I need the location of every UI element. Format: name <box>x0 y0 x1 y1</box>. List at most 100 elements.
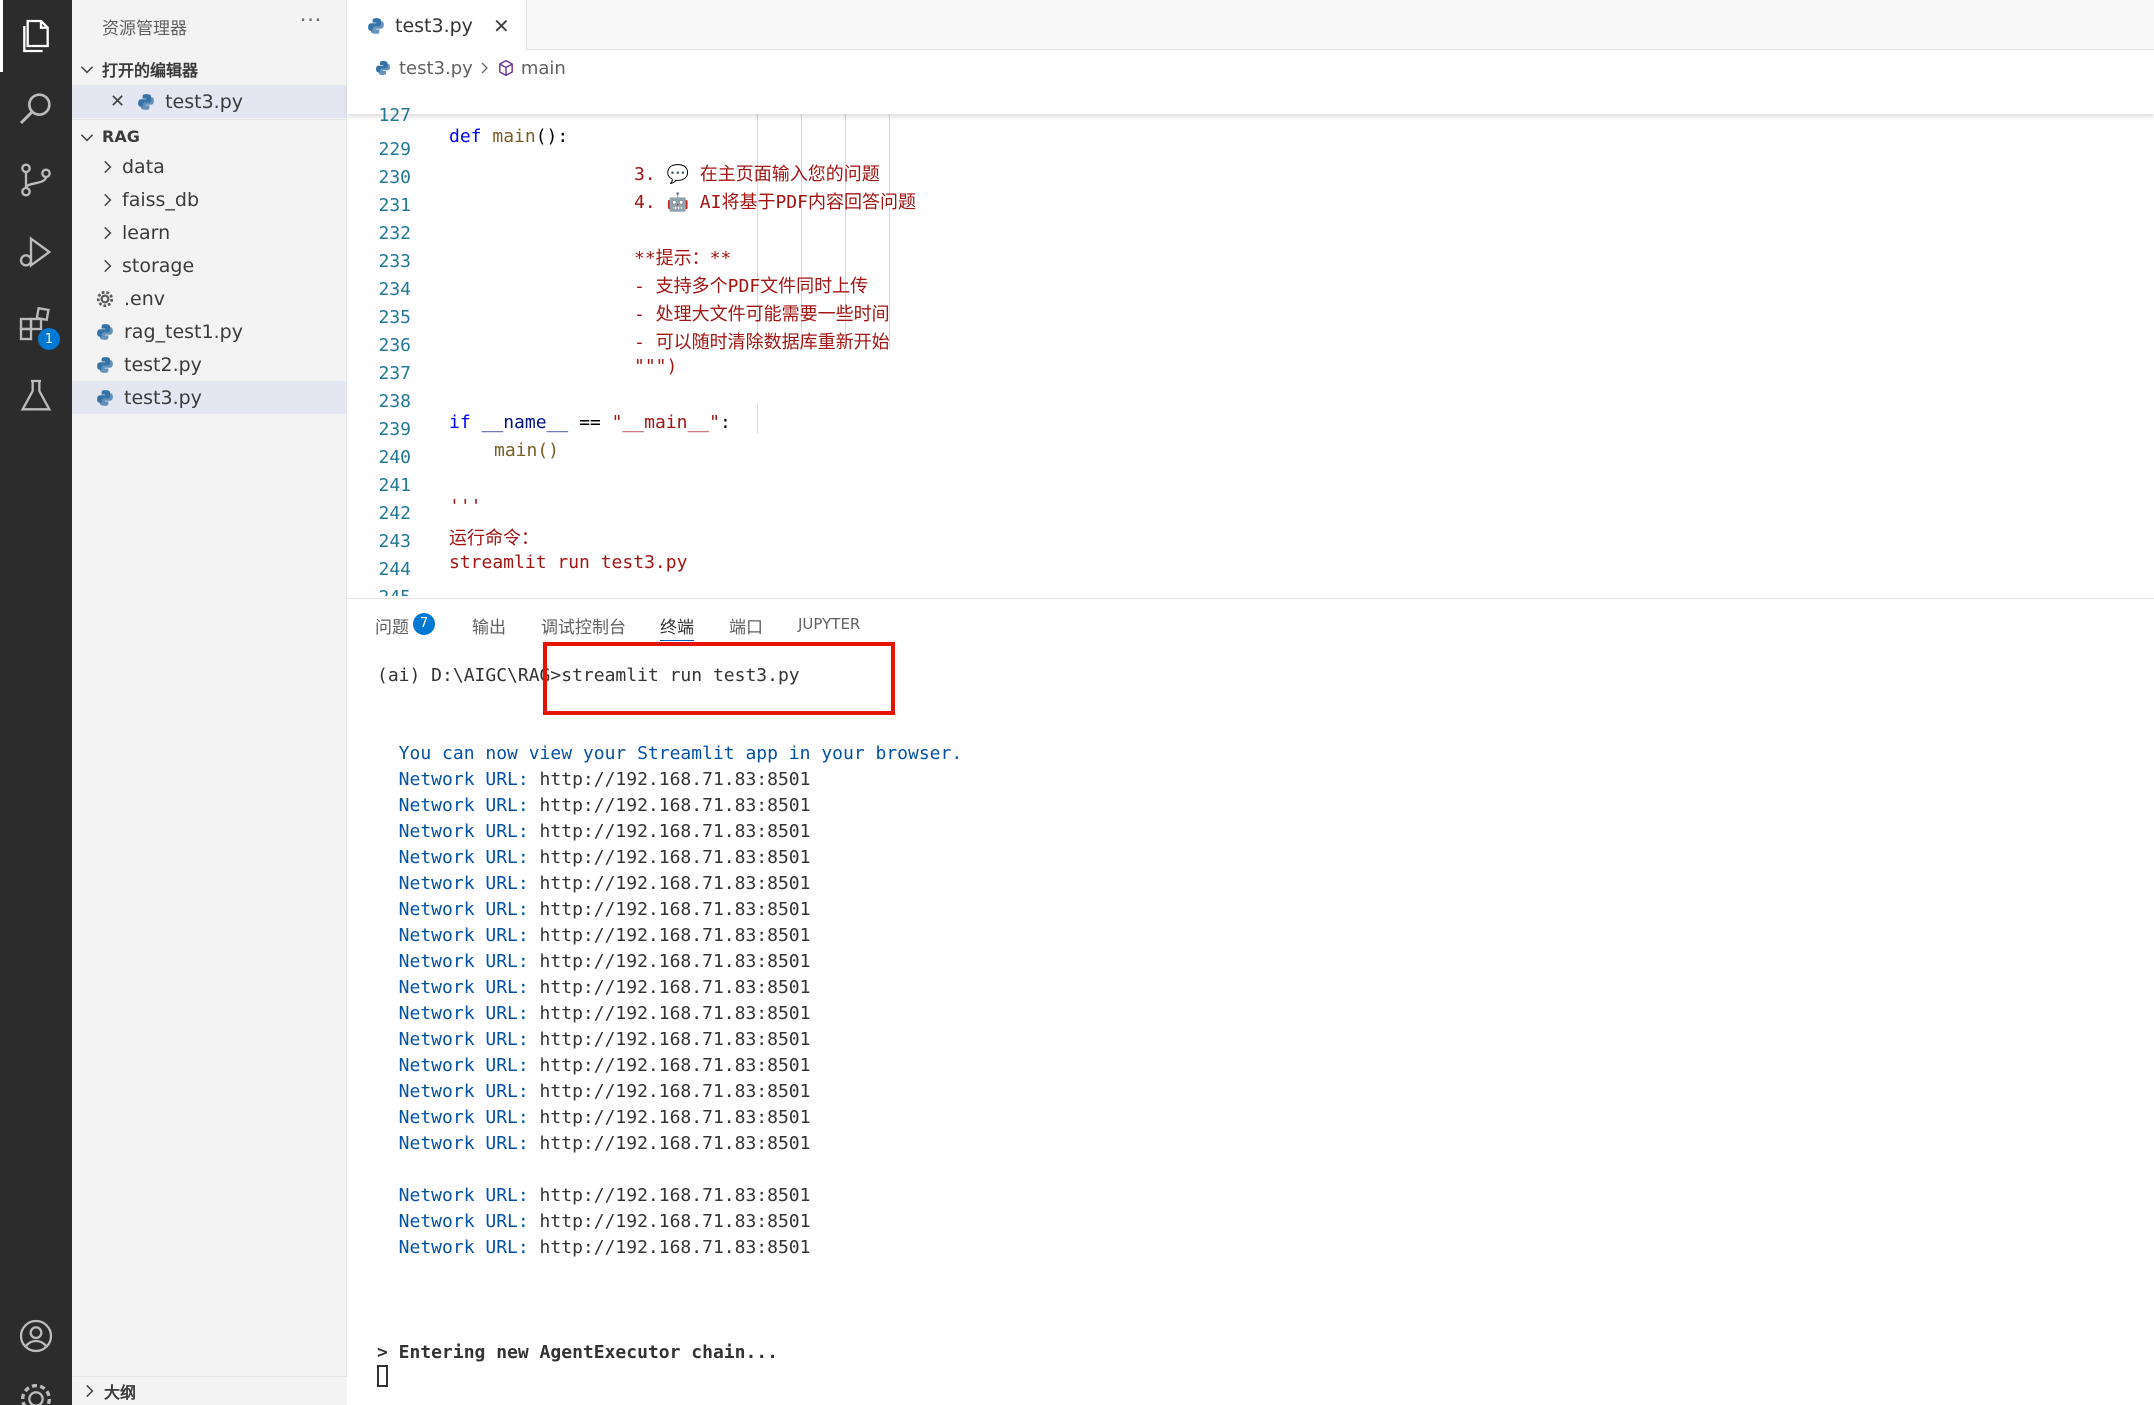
rag-folder-header[interactable]: RAG <box>72 120 347 153</box>
network-url-link[interactable]: http://192.168.71.83:8501 <box>529 1185 811 1206</box>
problems-count-badge: 7 <box>413 613 435 635</box>
network-url-link[interactable]: http://192.168.71.83:8501 <box>529 769 811 790</box>
network-url-link[interactable]: http://192.168.71.83:8501 <box>529 847 811 868</box>
network-url-link[interactable]: http://192.168.71.83:8501 <box>529 1081 811 1102</box>
network-url-label: Network URL: <box>377 977 529 998</box>
code-line: 243 streamlit run test3.py <box>347 510 2154 573</box>
tree-item-storage[interactable]: storage <box>72 249 347 282</box>
close-tab-icon[interactable]: ✕ <box>493 14 510 38</box>
activity-bar: 1 <box>0 0 72 1405</box>
network-url-line: Network URL: http://192.168.71.83:8501 <box>377 899 811 925</box>
extensions-button[interactable]: 1 <box>0 288 72 360</box>
network-url-link[interactable]: http://192.168.71.83:8501 <box>529 925 811 946</box>
chevron-right-icon <box>104 160 112 173</box>
tab-test3[interactable]: test3.py ✕ <box>347 0 527 51</box>
open-editor-item[interactable]: ✕ test3.py <box>72 85 347 118</box>
network-url-line: Network URL: http://192.168.71.83:8501 <box>377 1185 811 1211</box>
code-line: 244 <box>347 538 2154 580</box>
search-button[interactable] <box>0 72 72 144</box>
network-url-link[interactable]: http://192.168.71.83:8501 <box>529 1003 811 1024</box>
code-line: 242 运行命令： <box>347 482 2154 549</box>
network-url-link[interactable]: http://192.168.71.83:8501 <box>529 1211 811 1232</box>
network-url-line: Network URL: http://192.168.71.83:8501 <box>377 1081 811 1107</box>
account-icon <box>19 1319 53 1353</box>
network-url-line: Network URL: http://192.168.71.83:8501 <box>377 847 811 873</box>
extensions-badge: 1 <box>38 328 60 350</box>
testing-button[interactable] <box>0 360 72 432</box>
breadcrumb-symbol[interactable]: main <box>521 58 566 79</box>
breadcrumb: test3.py main <box>375 56 566 80</box>
network-url-link[interactable]: http://192.168.71.83:8501 <box>529 821 811 842</box>
chevron-down-icon <box>80 65 94 73</box>
tree-item-env[interactable]: .env <box>72 282 347 315</box>
network-url-link[interactable]: http://192.168.71.83:8501 <box>529 1133 811 1154</box>
settings-button[interactable] <box>0 1365 72 1405</box>
tab-problems[interactable]: 问题 7 <box>375 613 435 641</box>
network-url-link[interactable]: http://192.168.71.83:8501 <box>529 873 811 894</box>
network-url-link[interactable]: http://192.168.71.83:8501 <box>529 795 811 816</box>
network-url-link[interactable]: http://192.168.71.83:8501 <box>529 977 811 998</box>
chevron-right-icon <box>104 226 112 239</box>
outline-section-header[interactable]: 大纲 <box>72 1376 347 1405</box>
chevron-right-icon <box>86 1384 94 1398</box>
network-url-link[interactable]: http://192.168.71.83:8501 <box>529 951 811 972</box>
editor-area: test3.py ✕ test3.py main 127 def main():… <box>347 0 2154 600</box>
network-url-label: Network URL: <box>377 1029 529 1050</box>
tree-item-data[interactable]: data <box>72 150 347 183</box>
network-url-label: Network URL: <box>377 1107 529 1128</box>
explorer-button[interactable] <box>0 0 72 72</box>
network-url-label: Network URL: <box>377 1211 529 1232</box>
network-url-link[interactable]: http://192.168.71.83:8501 <box>529 899 811 920</box>
code-line: 234 - 处理大文件可能需要一些时间 <box>347 258 2154 325</box>
network-url-label: Network URL: <box>377 951 529 972</box>
gear-icon <box>96 290 114 307</box>
rag-folder-label: RAG <box>102 127 140 146</box>
code-line: 229 3. 💬 在主页面输入您的问题 <box>347 118 2154 185</box>
chevron-right-icon <box>481 62 488 74</box>
account-button[interactable] <box>0 1300 72 1372</box>
run-debug-icon <box>19 236 52 268</box>
tree-item-label: learn <box>122 221 171 244</box>
open-editors-header[interactable]: 打开的编辑器 <box>72 52 347 85</box>
tab-ports[interactable]: 端口 <box>729 613 763 641</box>
network-url-line: Network URL: http://192.168.71.83:8501 <box>377 1029 811 1055</box>
network-url-link[interactable]: http://192.168.71.83:8501 <box>529 1237 811 1258</box>
sticky-scroll-header[interactable]: 127 def main(): <box>347 84 2154 147</box>
network-url-line: Network URL: http://192.168.71.83:8501 <box>377 1237 811 1263</box>
network-url-line: Network URL: http://192.168.71.83:8501 <box>377 795 811 821</box>
more-actions-button[interactable]: ··· <box>300 8 322 32</box>
network-url-label: Network URL: <box>377 795 529 816</box>
files-icon <box>23 19 49 53</box>
network-url-line: Network URL: http://192.168.71.83:8501 <box>377 769 811 795</box>
open-editor-file-label: test3.py <box>165 90 244 113</box>
code-line: 236 """) <box>347 314 2154 377</box>
tab-output[interactable]: 输出 <box>472 613 506 641</box>
code-line: 245 ''' <box>347 566 2154 596</box>
network-url-link[interactable]: http://192.168.71.83:8501 <box>529 1055 811 1076</box>
network-url-label: Network URL: <box>377 1081 529 1102</box>
tree-item-learn[interactable]: learn <box>72 216 347 249</box>
close-icon[interactable]: ✕ <box>110 91 125 112</box>
network-url-label: Network URL: <box>377 1237 529 1258</box>
source-control-button[interactable] <box>0 144 72 216</box>
code-line: 237 <box>347 342 2154 384</box>
tab-terminal[interactable]: 终端 <box>660 613 694 641</box>
chevron-right-icon <box>104 259 112 272</box>
tab-jupyter[interactable]: JUPYTER <box>798 615 860 643</box>
network-url-link[interactable]: http://192.168.71.83:8501 <box>529 1107 811 1128</box>
network-url-link[interactable]: http://192.168.71.83:8501 <box>529 1029 811 1050</box>
tree-item-test3[interactable]: test3.py <box>72 381 347 414</box>
chevron-right-icon <box>104 193 112 206</box>
tree-item-rag-test1[interactable]: rag_test1.py <box>72 315 347 348</box>
breadcrumb-file[interactable]: test3.py <box>399 58 473 79</box>
outline-label: 大纲 <box>104 1383 137 1402</box>
python-file-icon <box>97 389 113 406</box>
tree-item-label: storage <box>122 254 195 277</box>
run-debug-button[interactable] <box>0 216 72 288</box>
code-line: 230 4. 🤖 AI将基于PDF内容回答问题 <box>347 146 2154 213</box>
tree-item-faiss-db[interactable]: faiss_db <box>72 183 347 216</box>
code-line: 232 **提示：** <box>347 202 2154 269</box>
terminal-panel: 问题 7 输出 调试控制台 终端 端口 JUPYTER (ai) D:\AIGC\… <box>347 598 2154 1405</box>
tab-debug-console[interactable]: 调试控制台 <box>541 613 626 641</box>
tree-item-test2[interactable]: test2.py <box>72 348 347 381</box>
